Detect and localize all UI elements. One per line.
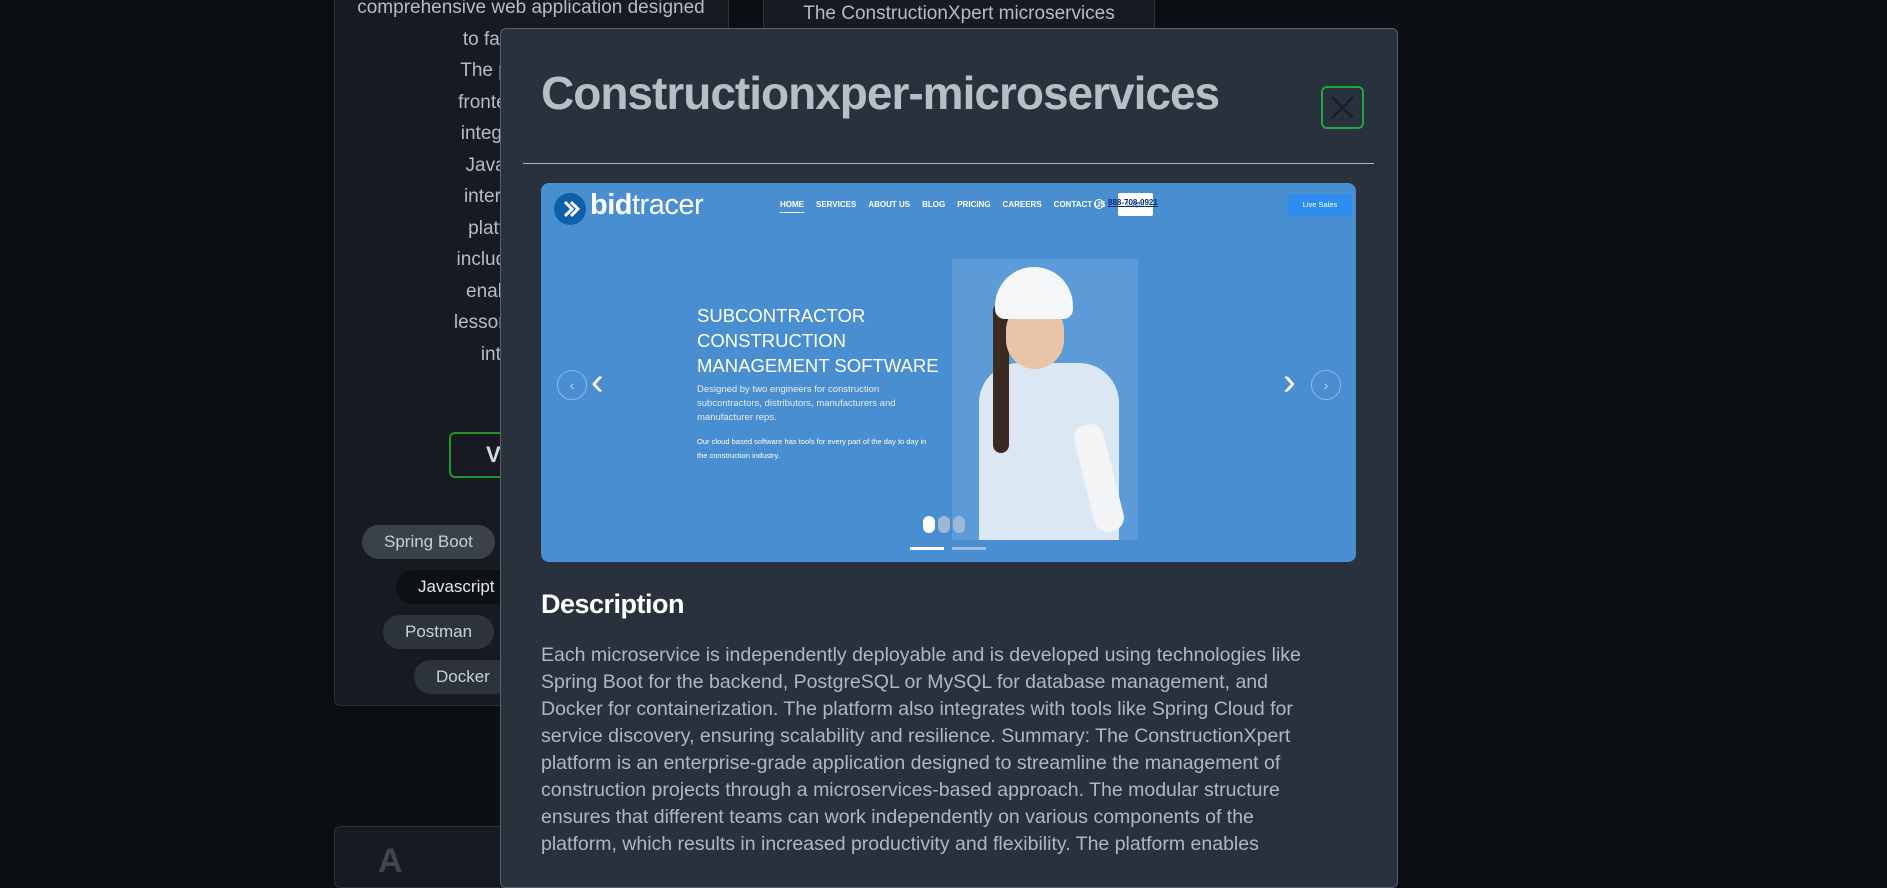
- logo-bold: bid: [590, 189, 633, 221]
- description-line: construction projects through a microser…: [541, 779, 1280, 801]
- screenshot-subtext2: Our cloud based software has tools for e…: [697, 437, 927, 460]
- chevron-right-icon: ›: [1283, 361, 1296, 403]
- project-screenshot: bidtracer HOME SERVICES ABOUT US BLOG PR…: [541, 183, 1356, 562]
- headline-line: MANAGEMENT SOFTWARE: [697, 355, 939, 376]
- carousel-prev-button[interactable]: ‹: [557, 370, 587, 400]
- screenshot-subtext: Designed by two engineers for constructi…: [697, 384, 896, 423]
- phone-icon: [1094, 199, 1104, 209]
- screenshot-phone: 888-708-0921: [1108, 198, 1158, 207]
- screenshot-nav: HOME SERVICES ABOUT US BLOG PRICING CARE…: [780, 200, 1106, 213]
- description-heading: Description: [541, 589, 685, 619]
- close-icon: [1331, 96, 1354, 119]
- nav-item: BLOG: [922, 200, 946, 209]
- modal-divider: [523, 163, 1374, 164]
- description-line: ensures that different teams can work in…: [541, 806, 1254, 828]
- description-line: service discovery, ensuring scalability …: [541, 725, 1291, 747]
- description-line: platform is an enterprise-grade applicat…: [541, 752, 1281, 774]
- bidtracer-logo: bidtracer: [590, 189, 704, 222]
- slide-dot[interactable]: [923, 516, 935, 533]
- headline-line: CONSTRUCTION: [697, 330, 847, 351]
- description-line: comprehensive web application designed: [357, 0, 705, 18]
- tag-javascript: Javascript: [396, 570, 517, 604]
- headline-line: SUBCONTRACTOR: [697, 305, 866, 326]
- tag-docker: Docker: [414, 660, 512, 694]
- third-card-title: A: [378, 842, 403, 880]
- tag-postman: Postman: [383, 615, 495, 649]
- slide-dot[interactable]: [953, 516, 965, 533]
- carousel-indicators: [910, 547, 986, 550]
- nav-item: SERVICES: [816, 200, 857, 209]
- description-line: Spring Boot for the backend, PostgreSQL …: [541, 671, 1268, 693]
- slide-dots: [923, 516, 965, 533]
- nav-item: ABOUT US: [868, 200, 911, 209]
- chevron-left-icon: ‹: [591, 361, 604, 403]
- nav-item: CAREERS: [1002, 200, 1042, 209]
- modal-title: Constructionxper-microservices: [541, 67, 1220, 119]
- slide-dot[interactable]: [938, 516, 950, 533]
- description-line: Each microservice is independently deplo…: [541, 644, 1301, 666]
- carousel-next-button[interactable]: ›: [1311, 370, 1341, 400]
- description-line: Docker for containerization. The platfor…: [541, 698, 1293, 720]
- second-project-card: The ConstructionXpert microservices: [763, 0, 1155, 31]
- screenshot-live-sales: Live Sales: [1288, 194, 1352, 216]
- nav-item: PRICING: [957, 200, 991, 209]
- description-text: Each microservice is independently deplo…: [541, 642, 1377, 858]
- close-button[interactable]: [1321, 86, 1364, 129]
- description-line: platform, which results in increased pro…: [541, 833, 1259, 855]
- bidtracer-logo-icon: [554, 193, 586, 225]
- carousel-indicator[interactable]: [910, 547, 944, 550]
- screenshot-headline: SUBCONTRACTOR CONSTRUCTION MANAGEMENT SO…: [697, 303, 939, 378]
- nav-item: HOME: [780, 200, 804, 213]
- carousel-indicator[interactable]: [952, 547, 986, 550]
- tag-spring-boot: Spring Boot: [362, 525, 495, 559]
- logo-light: tracer: [632, 189, 704, 221]
